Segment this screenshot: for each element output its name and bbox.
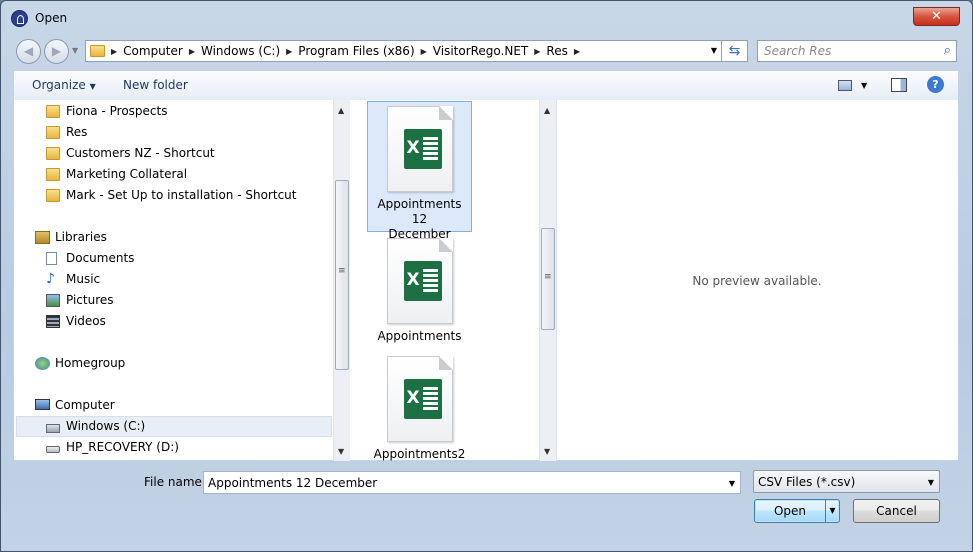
videos-icon — [46, 315, 60, 328]
nav-item-label: Computer — [55, 398, 115, 412]
scrollbar-grip-icon: ≡ — [544, 272, 552, 282]
nav-item-label: Documents — [66, 251, 135, 265]
close-button[interactable]: ✕ — [913, 7, 960, 26]
folder-icon — [46, 189, 60, 202]
nav-item-label: Mark - Set Up to installation - Shortcut — [66, 188, 297, 202]
nav-item-label: Libraries — [55, 230, 107, 244]
homegroup-icon — [35, 357, 50, 370]
scroll-down-arrow-icon[interactable]: ▼ — [338, 447, 344, 456]
folder-icon — [46, 147, 60, 160]
forward-arrow-icon: ▶ — [51, 44, 62, 58]
navigation-pane-scrollbar[interactable]: ▲ ≡ ▼ — [333, 100, 350, 461]
excel-csv-icon: X — [386, 106, 453, 192]
cancel-button[interactable]: Cancel — [853, 499, 940, 523]
nav-item-label: Homegroup — [55, 356, 126, 370]
nav-item-label: Res — [66, 125, 88, 139]
app-logo-icon — [11, 10, 28, 27]
selected-row-highlight — [16, 416, 332, 437]
preview-pane: No preview available. — [556, 100, 960, 461]
organize-button[interactable]: Organize ▼ — [32, 78, 96, 92]
scroll-down-arrow-icon[interactable]: ▼ — [544, 447, 550, 456]
chevron-right-icon[interactable]: ▶ — [574, 47, 580, 56]
back-button[interactable]: ◀ — [16, 39, 41, 64]
folder-icon — [46, 126, 60, 139]
refresh-button[interactable]: ⇆ — [722, 40, 748, 62]
excel-csv-icon: X — [386, 238, 453, 324]
address-bar[interactable]: ▶ Computer ▶ Windows (C:) ▶ Program File… — [85, 40, 722, 62]
drive-icon — [46, 424, 60, 433]
file-list: X Appointments 12 December X Appointments… — [367, 100, 539, 461]
music-icon: ♪ — [46, 271, 55, 287]
breadcrumb-visitorrego[interactable]: VisitorRego.NET — [427, 44, 534, 58]
back-arrow-icon: ◀ — [23, 44, 34, 58]
view-options-dropdown-icon[interactable]: ▼ — [861, 81, 867, 90]
nav-item-label: Videos — [66, 314, 106, 328]
drive-icon — [46, 446, 60, 453]
search-input[interactable]: Search Res ⌕ — [757, 40, 957, 62]
nav-item-label: Pictures — [66, 293, 114, 307]
open-dialog: Open ✕ ◀ ▶ ▼ ▶ Computer ▶ Windows (C:) ▶… — [0, 0, 973, 552]
nav-item-label: Marketing Collateral — [66, 167, 188, 181]
refresh-icon: ⇆ — [728, 43, 741, 59]
file-name-label: File name: — [144, 475, 206, 489]
open-button-label: Open — [773, 504, 807, 518]
scroll-up-arrow-icon[interactable]: ▲ — [338, 106, 344, 115]
search-icon[interactable]: ⌕ — [944, 43, 951, 58]
nav-item-label: Customers NZ - Shortcut — [66, 146, 215, 160]
pictures-icon — [46, 294, 60, 307]
file-name-dropdown-icon[interactable]: ▼ — [729, 479, 735, 488]
folder-icon — [46, 168, 60, 181]
file-list-scrollbar[interactable]: ▲ ≡ ▼ — [539, 100, 556, 461]
address-dropdown-icon[interactable]: ▼ — [711, 46, 717, 55]
file-type-value: CSV Files (*.csv) — [758, 475, 856, 489]
scroll-up-arrow-icon[interactable]: ▲ — [544, 106, 550, 115]
open-options-dropdown-icon[interactable]: ▼ — [825, 500, 839, 522]
breadcrumb-computer[interactable]: Computer — [117, 44, 189, 58]
folder-icon — [46, 105, 60, 118]
recent-locations-dropdown-icon[interactable]: ▼ — [72, 46, 78, 55]
libraries-icon — [35, 231, 50, 244]
nav-item-label: Music — [66, 272, 101, 286]
preview-pane-icon[interactable] — [891, 78, 907, 92]
file-item[interactable]: X Appointments 12 December — [367, 101, 472, 241]
nav-item-label: Windows (C:) — [66, 419, 146, 433]
window-title: Open — [35, 11, 68, 25]
chevron-down-icon: ▼ — [89, 82, 96, 91]
nav-item-label: HP_RECOVERY (D:) — [66, 440, 179, 454]
folder-icon — [90, 45, 105, 57]
chevron-down-icon[interactable]: ▼ — [928, 478, 934, 487]
title-bar[interactable]: Open ✕ — [1, 1, 972, 35]
breadcrumb-res[interactable]: Res — [540, 44, 573, 58]
file-name-value: Appointments 12 December — [208, 476, 378, 490]
file-name-label: Appointments2 — [373, 447, 466, 461]
scrollbar-grip-icon: ≡ — [338, 266, 346, 276]
file-type-select[interactable]: CSV Files (*.csv) ▼ — [753, 470, 940, 493]
computer-icon — [35, 399, 50, 410]
forward-button[interactable]: ▶ — [44, 39, 69, 64]
file-item[interactable]: X Appointments2 — [367, 356, 472, 461]
navigation-pane: Fiona - Prospects Res Customers NZ - Sho… — [14, 100, 350, 461]
open-button[interactable]: Open ▼ — [754, 499, 840, 523]
documents-icon — [46, 252, 57, 265]
change-view-icon[interactable] — [838, 80, 852, 91]
excel-csv-icon: X — [386, 356, 453, 442]
nav-item-label: Fiona - Prospects — [66, 104, 168, 118]
breadcrumb-windows-c[interactable]: Windows (C:) — [195, 44, 286, 58]
organize-label: Organize — [32, 78, 86, 92]
new-folder-button[interactable]: New folder — [123, 78, 188, 92]
preview-message: No preview available. — [692, 274, 822, 288]
file-name-label: Appointments 12 December — [377, 197, 462, 241]
breadcrumb-program-files[interactable]: Program Files (x86) — [292, 44, 420, 58]
search-placeholder: Search Res — [764, 44, 832, 58]
file-name-label: Appointments — [377, 329, 462, 343]
help-icon[interactable]: ? — [927, 76, 944, 93]
navigation-bar: ◀ ▶ ▼ ▶ Computer ▶ Windows (C:) ▶ Progra… — [1, 37, 972, 65]
file-item[interactable]: X Appointments — [367, 238, 472, 348]
file-name-input[interactable]: Appointments 12 December ▼ — [203, 471, 741, 494]
browser-area: Fiona - Prospects Res Customers NZ - Sho… — [13, 100, 959, 461]
command-toolbar: Organize ▼ New folder ▼ ? — [13, 70, 959, 100]
